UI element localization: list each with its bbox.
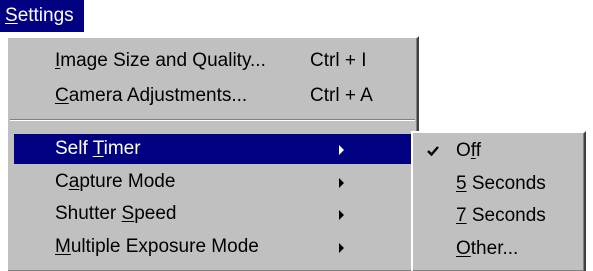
settings-title-key: S bbox=[5, 5, 18, 26]
menu-item-label: Image Size and Quality... bbox=[55, 50, 266, 71]
menu-item-label: Self Timer bbox=[55, 138, 141, 159]
menu-item-label: Multiple Exposure Mode bbox=[55, 236, 259, 257]
triangle-right-icon bbox=[339, 145, 344, 155]
submenu-item-off[interactable]: Off bbox=[415, 136, 582, 166]
menu-separator bbox=[10, 119, 415, 121]
menu-item-label: Capture Mode bbox=[55, 171, 176, 192]
submenu-item-other[interactable]: Other... bbox=[415, 234, 582, 264]
submenu-item-label: 5 Seconds bbox=[456, 173, 546, 194]
triangle-right-icon bbox=[339, 178, 344, 188]
settings-dropdown-menu: Image Size and Quality... Ctrl + I Camer… bbox=[6, 36, 419, 271]
check-icon bbox=[427, 146, 439, 157]
triangle-right-icon bbox=[339, 243, 344, 253]
shortcut-label: Ctrl + I bbox=[310, 50, 367, 71]
triangle-right-icon bbox=[339, 210, 344, 220]
menu-item-shutter-speed[interactable]: Shutter Speed bbox=[14, 199, 411, 229]
submenu-item-label: Other... bbox=[456, 238, 519, 259]
menu-item-self-timer[interactable]: Self Timer bbox=[14, 134, 411, 164]
submenu-item-5-seconds[interactable]: 5 Seconds bbox=[415, 169, 582, 199]
submenu-item-7-seconds[interactable]: 7 Seconds bbox=[415, 201, 582, 231]
menu-item-capture-mode[interactable]: Capture Mode bbox=[14, 167, 411, 197]
submenu-item-label: 7 Seconds bbox=[456, 205, 546, 226]
menu-item-label: Shutter Speed bbox=[55, 203, 177, 224]
submenu-item-label: Off bbox=[456, 140, 481, 161]
settings-menu-title[interactable]: Settings bbox=[0, 0, 84, 32]
menu-item-image-size-quality[interactable]: Image Size and Quality... Ctrl + I bbox=[55, 46, 410, 76]
settings-title-post: ettings bbox=[17, 5, 74, 26]
self-timer-submenu: Off 5 Seconds 7 Seconds Other... bbox=[411, 131, 586, 271]
menu-item-camera-adjustments[interactable]: Camera Adjustments... Ctrl + A bbox=[55, 81, 410, 111]
shortcut-label: Ctrl + A bbox=[310, 85, 373, 106]
menu-item-multiple-exposure-mode[interactable]: Multiple Exposure Mode bbox=[14, 232, 411, 262]
menu-item-label: Camera Adjustments... bbox=[55, 85, 248, 106]
